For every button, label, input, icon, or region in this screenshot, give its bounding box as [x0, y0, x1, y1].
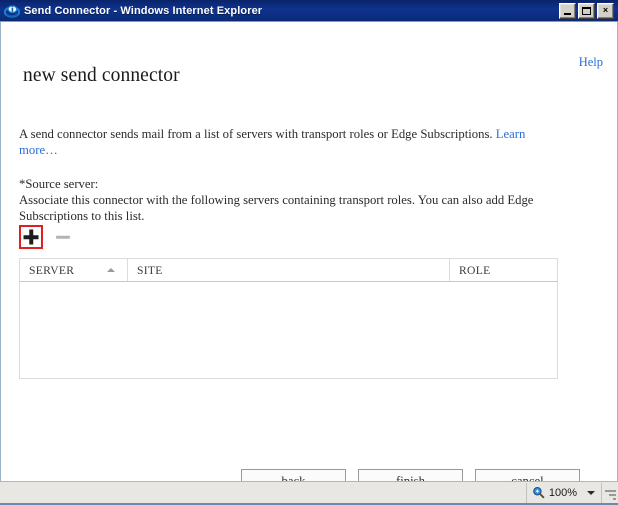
column-header-server-label: SERVER: [29, 263, 75, 277]
back-button[interactable]: back: [241, 469, 346, 481]
maximize-button[interactable]: [578, 2, 595, 19]
grid-empty-area: [20, 282, 557, 378]
grid-header-row: SERVER SITE ROLE: [19, 258, 558, 282]
help-link[interactable]: Help: [579, 55, 603, 70]
grid-body[interactable]: [19, 282, 558, 379]
page-title: new send connector: [23, 65, 180, 86]
zoom-control[interactable]: 100%: [525, 482, 602, 503]
add-server-button[interactable]: [19, 225, 43, 249]
minus-icon: [56, 235, 70, 239]
browser-window: Send Connector - Windows Internet Explor…: [0, 0, 618, 505]
close-icon: ×: [602, 5, 609, 15]
column-header-role[interactable]: ROLE: [450, 259, 557, 281]
page-content: Help new send connector A send connector…: [0, 22, 618, 481]
column-header-site[interactable]: SITE: [128, 259, 450, 281]
sort-ascending-icon: [107, 268, 115, 272]
minimize-button[interactable]: [559, 2, 576, 19]
remove-server-button[interactable]: [51, 225, 75, 249]
wizard-pane: Help new send connector A send connector…: [1, 22, 617, 481]
window-controls: ×: [559, 2, 616, 19]
source-server-label: *Source server:: [19, 177, 99, 191]
title-bar[interactable]: Send Connector - Windows Internet Explor…: [0, 0, 618, 22]
cancel-button[interactable]: cancel: [475, 469, 580, 481]
resize-grip-icon[interactable]: [604, 483, 618, 503]
magnifier-icon: [532, 486, 545, 499]
chevron-down-icon[interactable]: [587, 490, 595, 495]
source-server-description: Associate this connector with the follow…: [19, 193, 534, 223]
finish-button[interactable]: finish: [358, 469, 463, 481]
server-grid: SERVER SITE ROLE: [19, 258, 558, 379]
status-bar: 100%: [0, 481, 618, 503]
window-title: Send Connector - Windows Internet Explor…: [24, 4, 263, 17]
zoom-level-label: 100%: [548, 486, 577, 499]
column-header-server[interactable]: SERVER: [20, 259, 128, 281]
column-header-role-label: ROLE: [459, 263, 491, 277]
wizard-actions: back finish cancel: [241, 469, 580, 481]
close-button[interactable]: ×: [597, 2, 614, 19]
intro-text: A send connector sends mail from a list …: [19, 126, 555, 158]
column-header-site-label: SITE: [137, 263, 163, 277]
intro-sentence: A send connector sends mail from a list …: [19, 127, 496, 141]
server-list-toolbar: [19, 225, 75, 249]
internet-explorer-icon: [3, 3, 21, 19]
